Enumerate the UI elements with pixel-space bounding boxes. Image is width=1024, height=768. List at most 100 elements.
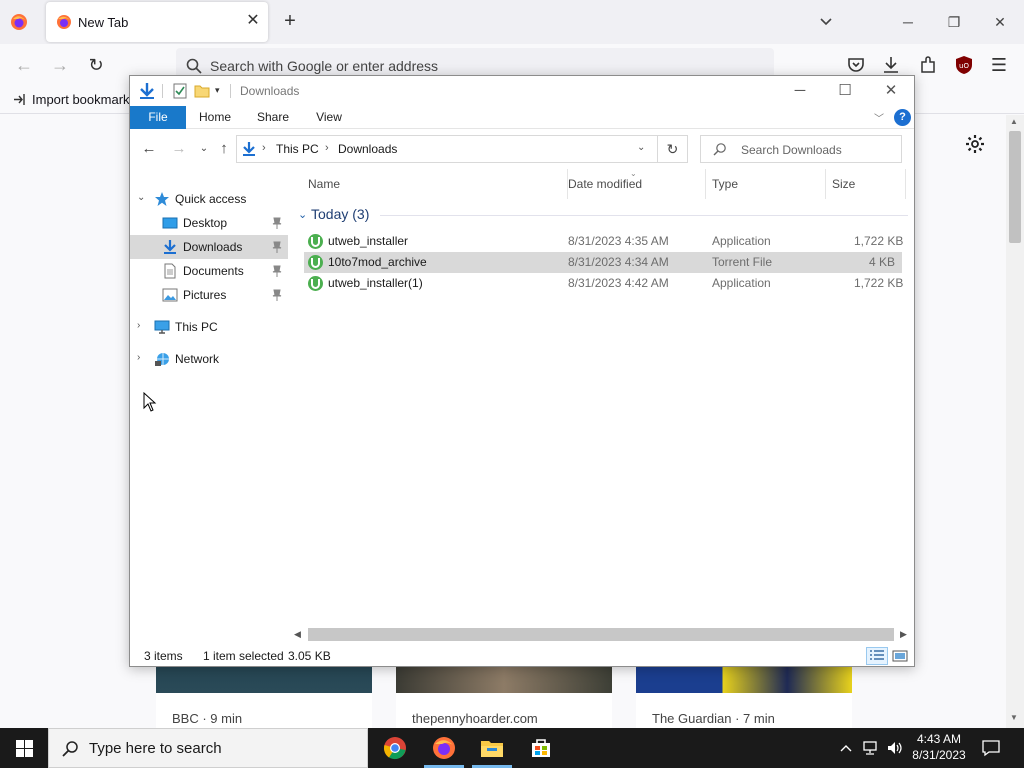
pin-icon[interactable] [272,289,282,301]
network-status-icon[interactable] [862,740,880,756]
volume-icon[interactable] [886,740,904,756]
up-arrow-icon[interactable]: ↑ [214,139,234,159]
column-header-name[interactable]: Name [302,169,568,199]
search-icon [713,143,726,156]
forward-button[interactable]: → [49,54,71,76]
nav-documents[interactable]: Documents [130,259,288,283]
file-row[interactable]: utweb_installer(1) 8/31/2023 4:42 AM App… [304,273,903,294]
close-window-button[interactable]: ✕ [988,10,1012,34]
list-all-tabs-icon[interactable] [816,12,836,32]
taskbar-file-explorer[interactable] [468,728,516,768]
properties-icon[interactable] [172,83,188,99]
notifications-icon[interactable] [982,739,1000,757]
breadcrumb-this-pc[interactable]: This PC [276,142,319,156]
tab-home[interactable]: Home [192,106,238,129]
app-menu-icon[interactable]: ☰ [988,54,1010,76]
tab-file[interactable]: File [130,106,186,129]
forward-arrow-icon[interactable]: → [169,139,189,159]
scroll-left-icon[interactable]: ◀ [294,629,301,640]
tab-new-tab[interactable]: New Tab ✕ [46,2,268,42]
nav-quick-access[interactable]: ⌄ Quick access [130,187,288,211]
refresh-button[interactable]: ↻ [658,135,688,163]
story-image [396,665,612,693]
show-hidden-icons-icon[interactable] [838,740,854,756]
breadcrumb-separator-icon[interactable]: › [262,142,266,154]
explorer-maximize-button[interactable]: ☐ [831,79,859,103]
address-bar[interactable]: › This PC › Downloads ⌄ [236,135,658,163]
customize-quick-access-icon[interactable]: ▾ [215,85,220,96]
new-folder-icon[interactable] [194,83,210,99]
file-row-selected[interactable]: 10to7mod_archive 8/31/2023 4:34 AM Torre… [304,252,902,273]
help-icon[interactable]: ? [894,109,911,126]
reload-button[interactable]: ↻ [85,54,107,76]
column-header-type[interactable]: Type [706,169,826,199]
downloads-arrow-icon [243,142,255,156]
story-card[interactable]: The Guardian · 7 min [636,665,852,728]
file-row[interactable]: utweb_installer 8/31/2023 4:35 AM Applic… [304,231,903,252]
nav-pictures[interactable]: Pictures [130,283,288,307]
story-card[interactable]: BBC · 9 min [156,665,372,728]
downloads-icon[interactable] [880,54,902,76]
search-placeholder: Search Downloads [741,143,842,157]
start-button[interactable] [0,728,48,768]
large-icons-view-button[interactable] [889,647,911,665]
breadcrumb-separator-icon[interactable]: › [325,142,329,154]
ublock-origin-icon[interactable]: uO [953,54,975,76]
file-explorer-window: ▾ Downloads ─ ☐ ✕ File Home Share View ﹀… [129,75,915,667]
search-downloads-input[interactable]: Search Downloads [700,135,902,163]
group-header-today[interactable]: ⌄ Today (3) [296,205,908,225]
taskbar-firefox[interactable] [420,728,468,768]
pocket-icon[interactable] [845,54,867,76]
nav-downloads[interactable]: Downloads [130,235,288,259]
import-icon [14,94,25,105]
scrollbar-thumb[interactable] [308,628,894,641]
gear-icon[interactable] [964,133,986,155]
pin-icon[interactable] [272,241,282,253]
expand-ribbon-icon[interactable]: ﹀ [874,110,884,125]
system-clock[interactable]: 4:43 AM 8/31/2023 [904,731,974,765]
import-bookmarks-link[interactable]: Import bookmarks [32,92,136,107]
file-explorer-icon [481,741,503,757]
back-arrow-icon[interactable]: ← [139,139,159,159]
utorrent-icon [308,234,323,249]
pin-icon[interactable] [272,217,282,229]
minimize-button[interactable]: ─ [896,10,920,34]
page-scrollbar[interactable]: ▲ ▼ [1006,115,1024,728]
scrollbar-thumb[interactable] [1009,131,1021,243]
nav-desktop[interactable]: Desktop [130,211,288,235]
desktop-icon [162,217,178,229]
search-icon [186,58,202,74]
network-icon [155,353,169,366]
back-button[interactable]: ← [13,54,35,76]
restore-button[interactable]: ❐ [942,10,966,34]
recent-locations-icon[interactable]: ⌄ [194,139,214,159]
address-history-dropdown-icon[interactable]: ⌄ [637,142,645,153]
taskbar-chrome[interactable] [371,728,419,768]
expand-chevron-icon[interactable]: › [137,320,140,331]
pin-icon[interactable] [272,265,282,277]
horizontal-scrollbar[interactable]: ◀ ▶ [290,626,914,644]
tab-share[interactable]: Share [250,106,296,129]
explorer-close-button[interactable]: ✕ [877,79,905,103]
scroll-right-icon[interactable]: ▶ [900,629,907,640]
breadcrumb-downloads[interactable]: Downloads [338,142,397,156]
expand-chevron-icon[interactable]: › [137,352,140,363]
firefox-menu-icon[interactable] [10,13,28,31]
explorer-minimize-button[interactable]: ─ [786,79,814,103]
column-header-date-modified[interactable]: Date modified [562,169,706,199]
close-tab-icon[interactable]: ✕ [244,12,262,30]
column-header-size[interactable]: Size [826,169,906,199]
nav-this-pc[interactable]: › This PC [130,315,288,339]
story-card[interactable]: thepennyhoarder.com [396,665,612,728]
tab-view[interactable]: View [306,106,352,129]
collapse-group-icon[interactable]: ⌄ [298,208,307,221]
new-tab-button[interactable]: + [280,11,300,31]
extensions-icon[interactable] [917,54,939,76]
taskbar-search-box[interactable]: Type here to search [48,728,368,768]
address-toolbar: ← → ⌄ ↑ › This PC › Downloads ⌄ ↻ Search… [130,129,914,169]
nav-network[interactable]: › Network [130,347,288,371]
taskbar-microsoft-store[interactable] [517,728,565,768]
svg-text:uO: uO [959,62,969,70]
collapse-chevron-icon[interactable]: ⌄ [137,192,145,203]
details-view-button[interactable] [866,647,888,665]
